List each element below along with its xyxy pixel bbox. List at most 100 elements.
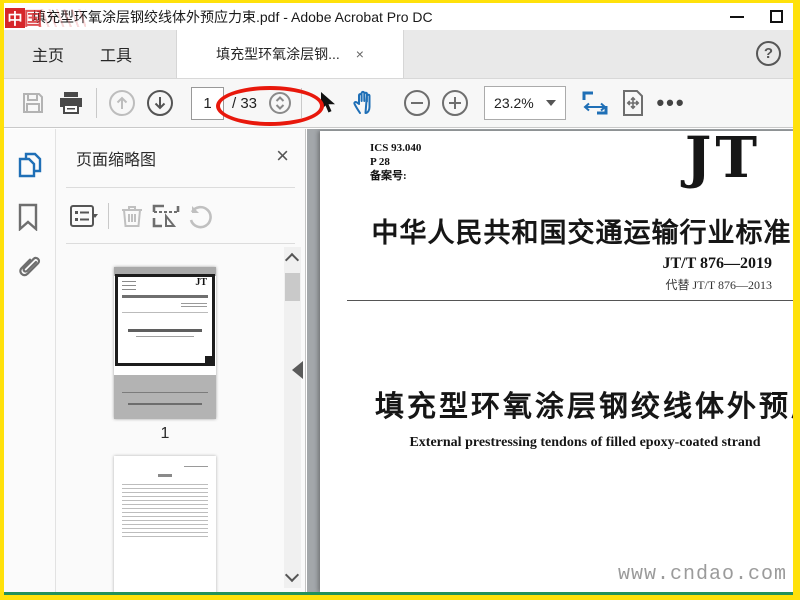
tab-tools[interactable]: 工具 <box>82 30 150 78</box>
previous-page-button[interactable] <box>103 84 141 122</box>
delete-pages-button[interactable] <box>115 199 149 233</box>
thumb2-toc-lines <box>122 484 208 540</box>
acrobat-window: 中 国 填充型环氧涂层钢绞线体外预应力束.pdf - Adobe Acrobat… <box>4 3 793 595</box>
body-area: 页面缩略图 × JT 1 ICS 93.040 P 28 备案号: JT 中华人… <box>4 129 793 595</box>
spinner-icon <box>269 92 292 114</box>
thumb1-footer-line <box>128 403 202 405</box>
thumbnail-1-label: 1 <box>160 425 170 442</box>
document-canvas: ICS 93.040 P 28 备案号: JT 中华人民共和国交通运输行业标准 … <box>307 129 793 592</box>
fit-page-button[interactable] <box>614 84 652 122</box>
page-count-label: / 33 <box>232 94 258 112</box>
print-icon <box>60 92 82 114</box>
scroll-up-icon[interactable] <box>284 252 300 268</box>
page-thumbnails-pane-button[interactable] <box>16 151 44 179</box>
save-button[interactable] <box>14 84 52 122</box>
standard-number: JT/T 876—2019 <box>662 255 773 272</box>
panel-toolbar-separator <box>108 202 109 229</box>
tab-document-label: 填充型环氧涂层钢... <box>216 46 340 62</box>
pdf-page-1[interactable]: ICS 93.040 P 28 备案号: JT 中华人民共和国交通运输行业标准 … <box>320 129 793 592</box>
ellipsis-icon: ••• <box>656 90 686 115</box>
page-thumbnails-panel: 页面缩略图 × JT 1 <box>56 129 306 595</box>
main-toolbar: / 33 <box>4 78 793 128</box>
save-icon <box>23 93 43 113</box>
rotate-pages-button[interactable] <box>183 199 217 233</box>
cursor-arrow-icon <box>321 92 336 113</box>
zoom-out-button[interactable] <box>398 84 436 122</box>
thumb1-footer-band <box>114 375 216 419</box>
arrow-up-icon <box>109 90 135 116</box>
paperclip-icon <box>19 256 41 277</box>
thumb2-header-line <box>184 466 208 467</box>
page-number-input[interactable] <box>191 86 224 120</box>
window-controls <box>730 3 783 30</box>
title-bar: 中 国 填充型环氧涂层钢绞线体外预应力束.pdf - Adobe Acrobat… <box>4 3 793 30</box>
fit-page-icon <box>623 90 644 116</box>
select-tool-button[interactable] <box>308 84 346 122</box>
scroll-down-icon[interactable] <box>284 567 300 583</box>
scrollbar-thumb[interactable] <box>285 273 300 301</box>
thumbnail-page-1[interactable]: JT <box>114 267 216 419</box>
bookmarks-pane-button[interactable] <box>16 203 44 231</box>
thumbnail-options-button[interactable] <box>68 199 102 233</box>
zoom-out-icon <box>404 90 431 116</box>
navigation-pane-strip <box>4 129 56 592</box>
panel-divider <box>66 243 295 244</box>
watermark-faint-strokes <box>40 9 86 27</box>
panel-collapse-icon[interactable] <box>292 361 303 379</box>
toolbar-separator <box>96 88 97 118</box>
page-thumbnails-icon <box>18 152 42 178</box>
header-rule <box>347 300 793 301</box>
ics-classification: ICS 93.040 P 28 备案号: <box>370 142 422 182</box>
watermark-square: 中 <box>5 8 25 28</box>
panel-header: 页面缩略图 × <box>56 129 305 187</box>
panel-close-icon[interactable]: × <box>276 145 289 167</box>
standard-header: 中华人民共和国交通运输行业标准 <box>371 218 792 248</box>
next-page-button[interactable] <box>141 84 179 122</box>
fit-width-button[interactable] <box>576 84 614 122</box>
window-title: 填充型环氧涂层钢绞线体外预应力束.pdf - Adobe Acrobat Pro… <box>32 8 433 25</box>
replaced-standard: 代替 JT/T 876—2013 <box>665 278 772 292</box>
rotate-counterclockwise-icon <box>189 205 212 228</box>
zoom-in-icon <box>442 90 469 116</box>
more-tools-button[interactable]: ••• <box>652 84 690 122</box>
site-logo-watermark: 中 国 <box>5 5 86 31</box>
hand-tool-icon <box>353 90 371 114</box>
standard-number-block: JT/T 876—2019 代替 JT/T 876—2013 <box>663 255 773 293</box>
zoom-level-value: 23.2% <box>494 95 534 111</box>
help-icon[interactable]: ? <box>756 41 781 66</box>
pageview-resize-handle[interactable] <box>205 356 214 365</box>
jt-logo: JT <box>684 129 761 191</box>
thumb1-pageview-box[interactable] <box>115 274 215 366</box>
bookmark-icon <box>18 203 38 231</box>
page-spinner[interactable] <box>265 84 295 122</box>
document-title-en: External prestressing tendons of filled … <box>409 435 761 450</box>
panel-title: 页面缩略图 <box>76 152 157 169</box>
maximize-icon[interactable] <box>770 10 783 23</box>
tab-document[interactable]: 填充型环氧涂层钢... × <box>176 30 405 78</box>
fit-width-icon <box>582 91 608 115</box>
thumbnail-page-2[interactable] <box>114 456 216 595</box>
document-title-cn: 填充型环氧涂层钢绞线体外预应力束 <box>375 391 793 423</box>
extract-pages-button[interactable] <box>149 199 183 233</box>
chevron-down-icon <box>546 100 557 106</box>
arrow-down-icon <box>147 90 173 116</box>
hand-tool-button[interactable] <box>346 84 384 122</box>
options-list-icon <box>70 204 98 227</box>
thumbnail-scrollbar[interactable] <box>284 247 301 588</box>
bottom-green-line <box>4 592 793 595</box>
tab-home[interactable]: 主页 <box>14 30 82 78</box>
thumb1-footer-line <box>122 392 208 393</box>
zoom-level-dropdown[interactable]: 23.2% <box>484 86 567 120</box>
attachments-pane-button[interactable] <box>16 255 44 283</box>
print-button[interactable] <box>52 84 90 122</box>
toolbar-separator <box>301 88 303 118</box>
extract-pages-icon <box>152 204 180 227</box>
panel-toolbar <box>56 188 305 243</box>
zoom-in-button[interactable] <box>436 84 474 122</box>
trash-icon <box>122 205 142 227</box>
tab-close-icon[interactable]: × <box>356 46 364 62</box>
screenshot-frame: 中 国 填充型环氧涂层钢绞线体外预应力束.pdf - Adobe Acrobat… <box>0 0 800 600</box>
tab-bar: 主页 工具 填充型环氧涂层钢... × ? <box>4 30 793 78</box>
thumb2-toc-title <box>158 474 172 477</box>
minimize-icon[interactable] <box>730 15 744 18</box>
